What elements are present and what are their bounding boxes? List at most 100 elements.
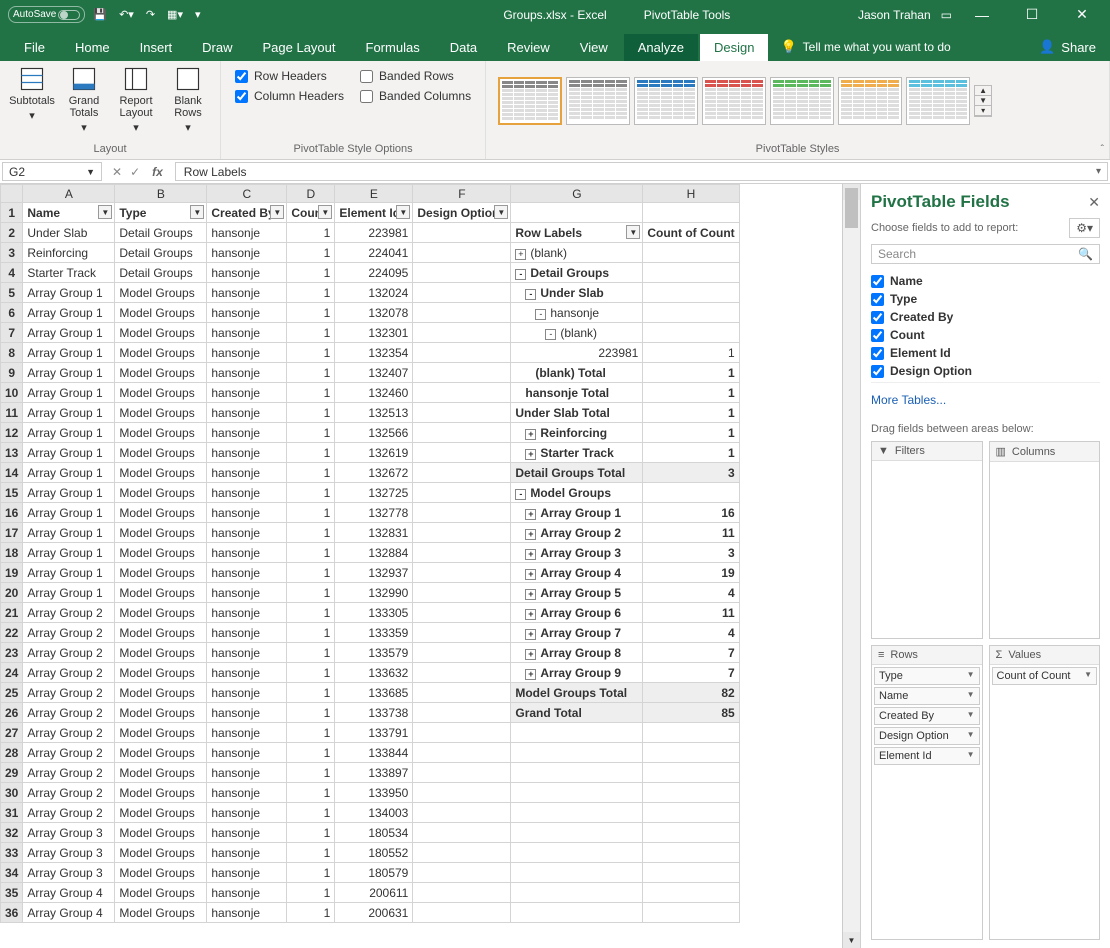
pivot-row-label[interactable]: -Detail Groups <box>511 263 643 283</box>
row-head-3[interactable]: 3 <box>1 243 23 263</box>
row-head-34[interactable]: 34 <box>1 863 23 883</box>
cell-name[interactable]: Reinforcing <box>23 243 115 263</box>
filter-dropdown-icon[interactable]: ▼ <box>98 205 112 219</box>
cell-type[interactable]: Model Groups <box>115 723 207 743</box>
field-type[interactable]: Type <box>871 292 1100 306</box>
header-design-option[interactable]: Design Option▼ <box>413 203 511 223</box>
cell-count[interactable]: 1 <box>287 683 335 703</box>
cell-design-option[interactable] <box>413 643 511 663</box>
cell-count[interactable]: 1 <box>287 743 335 763</box>
pivot-row-label[interactable]: +Array Group 9 <box>511 663 643 683</box>
cell-design-option[interactable] <box>413 323 511 343</box>
cell-design-option[interactable] <box>413 663 511 683</box>
cell-type[interactable]: Model Groups <box>115 883 207 903</box>
cell-type[interactable]: Detail Groups <box>115 223 207 243</box>
expand-collapse-icon[interactable]: - <box>515 489 526 500</box>
expand-collapse-icon[interactable]: - <box>525 289 536 300</box>
pivot-row-value[interactable] <box>643 263 739 283</box>
cancel-formula-icon[interactable]: ✕ <box>112 165 122 179</box>
expand-collapse-icon[interactable]: + <box>525 589 536 600</box>
more-tables-link[interactable]: More Tables... <box>871 389 1100 411</box>
value-area-item[interactable]: Count of Count▼ <box>992 667 1098 685</box>
cell-design-option[interactable] <box>413 463 511 483</box>
row-head-17[interactable]: 17 <box>1 523 23 543</box>
row-head-31[interactable]: 31 <box>1 803 23 823</box>
pivot-style-1[interactable] <box>498 77 562 125</box>
cell-type[interactable]: Model Groups <box>115 643 207 663</box>
cell-design-option[interactable] <box>413 883 511 903</box>
cell-type[interactable]: Model Groups <box>115 763 207 783</box>
pivot-row-value[interactable]: 4 <box>643 583 739 603</box>
cell-design-option[interactable] <box>413 423 511 443</box>
cell-by[interactable]: hansonje <box>207 463 287 483</box>
cell-count[interactable]: 1 <box>287 763 335 783</box>
cell-count[interactable]: 1 <box>287 443 335 463</box>
row-head-33[interactable]: 33 <box>1 843 23 863</box>
cell-eid[interactable]: 224041 <box>335 243 413 263</box>
cell-design-option[interactable] <box>413 743 511 763</box>
pivot-row-value[interactable] <box>643 243 739 263</box>
cell-type[interactable]: Model Groups <box>115 603 207 623</box>
cell-type[interactable]: Model Groups <box>115 363 207 383</box>
row-head-11[interactable]: 11 <box>1 403 23 423</box>
cell-type[interactable]: Model Groups <box>115 463 207 483</box>
cell-design-option[interactable] <box>413 383 511 403</box>
cell-eid[interactable]: 132778 <box>335 503 413 523</box>
field-element-id[interactable]: Element Id <box>871 346 1100 360</box>
cell-by[interactable]: hansonje <box>207 883 287 903</box>
row-head-32[interactable]: 32 <box>1 823 23 843</box>
pivot-style-4[interactable] <box>702 77 766 125</box>
pivot-style-2[interactable] <box>566 77 630 125</box>
cell-name[interactable]: Array Group 2 <box>23 623 115 643</box>
pivot-row-label[interactable]: Detail Groups Total <box>511 463 643 483</box>
cell-count[interactable]: 1 <box>287 343 335 363</box>
expand-collapse-icon[interactable]: + <box>525 669 536 680</box>
cell-design-option[interactable] <box>413 683 511 703</box>
cell-by[interactable]: hansonje <box>207 783 287 803</box>
col-head-D[interactable]: D <box>287 185 335 203</box>
field-design-option[interactable]: Design Option <box>871 364 1100 378</box>
cell-by[interactable]: hansonje <box>207 423 287 443</box>
pivot-row-label[interactable]: +Array Group 2 <box>511 523 643 543</box>
expand-collapse-icon[interactable]: + <box>525 449 536 460</box>
cell-by[interactable]: hansonje <box>207 543 287 563</box>
cell-count[interactable]: 1 <box>287 623 335 643</box>
cell-by[interactable]: hansonje <box>207 603 287 623</box>
pivot-row-value[interactable]: 85 <box>643 703 739 723</box>
pivot-row-value[interactable] <box>643 323 739 343</box>
cell-type[interactable]: Model Groups <box>115 843 207 863</box>
cell-design-option[interactable] <box>413 703 511 723</box>
cell-count[interactable]: 1 <box>287 323 335 343</box>
cell-name[interactable]: Array Group 1 <box>23 583 115 603</box>
cell-by[interactable]: hansonje <box>207 383 287 403</box>
cell-count[interactable]: 1 <box>287 863 335 883</box>
pivot-row-value[interactable]: 19 <box>643 563 739 583</box>
pivot-row-label[interactable]: (blank) Total <box>511 363 643 383</box>
cell-name[interactable]: Array Group 3 <box>23 863 115 883</box>
cell-name[interactable]: Array Group 1 <box>23 363 115 383</box>
cell-name[interactable]: Array Group 2 <box>23 703 115 723</box>
field-created-by[interactable]: Created By <box>871 310 1100 324</box>
banded-rows-checkbox[interactable]: Banded Rows <box>360 69 471 83</box>
expand-collapse-icon[interactable]: + <box>525 549 536 560</box>
cell-count[interactable]: 1 <box>287 643 335 663</box>
row-head-23[interactable]: 23 <box>1 643 23 663</box>
formula-bar[interactable]: Row Labels ▾ <box>175 162 1108 181</box>
qat-customize-button[interactable]: ▾ <box>191 6 205 23</box>
col-head-G[interactable]: G <box>511 185 643 203</box>
cell-eid[interactable]: 132725 <box>335 483 413 503</box>
cell-eid[interactable]: 133950 <box>335 783 413 803</box>
cell-name[interactable]: Under Slab <box>23 223 115 243</box>
header-type[interactable]: Type▼ <box>115 203 207 223</box>
pivot-style-6[interactable] <box>838 77 902 125</box>
cell-type[interactable]: Detail Groups <box>115 263 207 283</box>
cell-type[interactable]: Model Groups <box>115 283 207 303</box>
cell-by[interactable]: hansonje <box>207 363 287 383</box>
field-count[interactable]: Count <box>871 328 1100 342</box>
cell-eid[interactable]: 132566 <box>335 423 413 443</box>
close-button[interactable]: ✕ <box>1062 6 1102 23</box>
area-rows[interactable]: ≡Rows Type▼Name▼Created By▼Design Option… <box>871 645 983 940</box>
cell-eid[interactable]: 132831 <box>335 523 413 543</box>
cell-eid[interactable]: 133685 <box>335 683 413 703</box>
expand-collapse-icon[interactable]: - <box>545 329 556 340</box>
